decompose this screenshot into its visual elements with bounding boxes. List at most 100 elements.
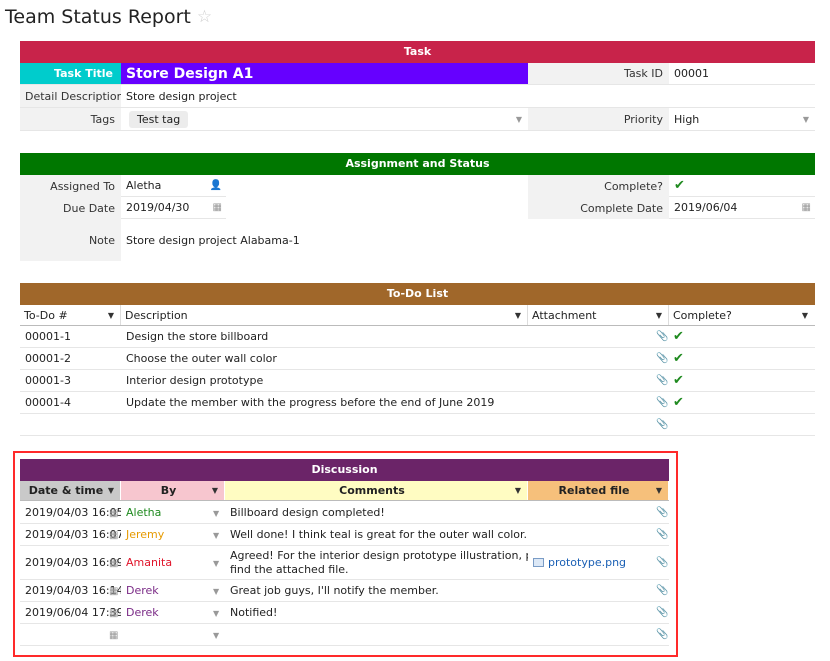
tag-chip[interactable]: Test tag xyxy=(129,110,189,128)
detail-description-value[interactable]: Store design project xyxy=(121,85,815,107)
discussion-comment-cell[interactable]: Well done! I think teal is great for the… xyxy=(225,524,528,545)
discussion-by-cell[interactable]: Derek xyxy=(121,580,225,601)
star-icon[interactable]: ☆ xyxy=(197,7,212,27)
todo-description-cell[interactable]: Design the store billboard xyxy=(121,326,528,347)
discussion-date-cell[interactable]: 2019/04/03 16:05 xyxy=(20,502,121,523)
paperclip-icon[interactable]: 📎 xyxy=(656,585,668,596)
checkmark-icon[interactable]: ✔ xyxy=(673,329,684,344)
assignment-header: Assignment and Status xyxy=(20,153,815,175)
discussion-col-by[interactable]: By ▼ xyxy=(121,481,225,500)
todo-number-cell[interactable]: 00001-1 xyxy=(20,326,121,347)
priority-label: Priority xyxy=(528,108,669,130)
tags-label: Tags xyxy=(20,108,121,130)
checkmark-icon[interactable]: ✔ xyxy=(673,351,684,366)
page-title: Team Status Report ☆ xyxy=(5,6,212,28)
discussion-comment-cell[interactable]: Notified! xyxy=(225,602,528,623)
chevron-down-icon[interactable]: ▼ xyxy=(516,115,522,124)
discussion-col-related-file[interactable]: Related file ▼ xyxy=(528,481,669,500)
calendar-icon[interactable]: ▦ xyxy=(109,608,118,619)
task-id-value[interactable]: 00001 xyxy=(669,63,815,84)
todo-description-cell[interactable]: Interior design prototype xyxy=(121,370,528,391)
paperclip-icon[interactable]: 📎 xyxy=(656,419,668,430)
complete-checkbox[interactable]: ✔ xyxy=(669,175,815,197)
discussion-comment-cell[interactable]: Billboard design completed! xyxy=(225,502,528,523)
paperclip-icon[interactable]: 📎 xyxy=(656,507,668,518)
paperclip-icon[interactable]: 📎 xyxy=(656,375,668,386)
checkmark-icon[interactable]: ✔ xyxy=(673,395,684,410)
related-file-cell[interactable]: prototype.png xyxy=(528,546,653,579)
chevron-down-icon[interactable]: ▼ xyxy=(213,609,219,618)
chevron-down-icon[interactable]: ▼ xyxy=(213,559,219,568)
discussion-date-cell[interactable]: 2019/04/03 16:07 xyxy=(20,524,121,545)
paperclip-icon[interactable]: 📎 xyxy=(656,397,668,408)
chevron-down-icon[interactable]: ▼ xyxy=(213,587,219,596)
note-field[interactable]: Store design project Alabama-1 xyxy=(121,219,815,261)
discussion-date-cell[interactable]: 2019/04/03 16:09 xyxy=(20,546,121,579)
checkmark-icon[interactable]: ✔ xyxy=(673,373,684,388)
paperclip-icon[interactable]: 📎 xyxy=(656,529,668,540)
todo-description-cell[interactable]: Update the member with the progress befo… xyxy=(121,392,528,413)
todo-description-cell[interactable]: Choose the outer wall color xyxy=(121,348,528,369)
discussion-by-cell[interactable]: Jeremy xyxy=(121,524,225,545)
discussion-by-cell[interactable]: Aletha xyxy=(121,502,225,523)
todo-col-complete[interactable]: Complete? ▼ xyxy=(669,305,815,325)
chevron-down-icon[interactable]: ▼ xyxy=(656,311,662,320)
task-header: Task xyxy=(20,41,815,63)
comment-line-2: find the attached file. xyxy=(230,562,349,576)
todo-number-cell[interactable]: 00001-4 xyxy=(20,392,121,413)
todo-number-cell[interactable]: 00001-3 xyxy=(20,370,121,391)
assignment-section: Assignment and Status Assigned To Aletha… xyxy=(20,153,815,261)
table-row: 00001-4 Update the member with the progr… xyxy=(20,392,815,414)
paperclip-icon[interactable]: 📎 xyxy=(656,557,668,568)
priority-select[interactable]: High ▼ xyxy=(669,108,815,130)
discussion-col-comments[interactable]: Comments ▼ xyxy=(225,481,528,500)
chevron-down-icon[interactable]: ▼ xyxy=(212,486,218,495)
paperclip-icon[interactable]: 📎 xyxy=(656,331,668,342)
paperclip-icon[interactable]: 📎 xyxy=(656,629,668,640)
task-title-label: Task Title xyxy=(20,63,121,84)
discussion-date-cell[interactable]: 2019/06/04 17:39 xyxy=(20,602,121,623)
discussion-comment-cell[interactable]: Great job guys, I'll notify the member. xyxy=(225,580,528,601)
chevron-down-icon[interactable]: ▼ xyxy=(213,531,219,540)
due-date-label: Due Date xyxy=(20,197,121,219)
paperclip-icon[interactable]: 📎 xyxy=(656,353,668,364)
assigned-to-field[interactable]: Aletha 👤 xyxy=(121,175,226,197)
calendar-icon[interactable]: ▦ xyxy=(109,530,118,541)
chevron-down-icon[interactable]: ▼ xyxy=(108,486,114,495)
calendar-icon[interactable]: ▦ xyxy=(109,630,118,641)
chevron-down-icon[interactable]: ▼ xyxy=(515,311,521,320)
chevron-down-icon[interactable]: ▼ xyxy=(213,631,219,640)
discussion-comment-cell[interactable]: Agreed! For the interior design prototyp… xyxy=(225,546,528,579)
discussion-col-date[interactable]: Date & time ▼ xyxy=(20,481,121,500)
paperclip-icon[interactable]: 📎 xyxy=(656,607,668,618)
todo-col-description[interactable]: Description ▼ xyxy=(121,305,528,325)
chevron-down-icon[interactable]: ▼ xyxy=(108,311,114,320)
table-row: 00001-3 Interior design prototype 📎 ✔ xyxy=(20,370,815,392)
table-row-empty: 📎 xyxy=(20,414,815,436)
prototype-file-link[interactable]: prototype.png xyxy=(548,556,626,569)
calendar-icon[interactable]: ▦ xyxy=(213,202,222,213)
calendar-icon[interactable]: ▦ xyxy=(109,508,118,519)
calendar-icon[interactable]: ▦ xyxy=(109,558,118,569)
todo-col-attachment[interactable]: Attachment ▼ xyxy=(528,305,669,325)
discussion-by-cell[interactable]: Amanita xyxy=(121,546,225,579)
chevron-down-icon[interactable]: ▼ xyxy=(802,311,808,320)
chevron-down-icon[interactable]: ▼ xyxy=(803,115,809,124)
tags-field[interactable]: Test tag ▼ xyxy=(121,108,528,130)
assigned-to-label: Assigned To xyxy=(20,175,121,197)
todo-col-number[interactable]: To-Do # ▼ xyxy=(20,305,121,325)
complete-label: Complete? xyxy=(528,175,669,197)
calendar-icon[interactable]: ▦ xyxy=(802,202,811,213)
discussion-header: Discussion xyxy=(20,459,669,481)
chevron-down-icon[interactable]: ▼ xyxy=(656,486,662,495)
calendar-icon[interactable]: ▦ xyxy=(109,586,118,597)
chevron-down-icon[interactable]: ▼ xyxy=(213,509,219,518)
discussion-date-cell[interactable]: 2019/04/03 16:14 xyxy=(20,580,121,601)
task-title-value[interactable]: Store Design A1 xyxy=(121,63,528,84)
discussion-by-cell[interactable]: Derek xyxy=(121,602,225,623)
todo-number-cell[interactable]: 00001-2 xyxy=(20,348,121,369)
complete-date-field[interactable]: 2019/06/04 ▦ xyxy=(669,197,815,219)
user-icon[interactable]: 👤 xyxy=(210,180,222,191)
chevron-down-icon[interactable]: ▼ xyxy=(515,486,521,495)
due-date-field[interactable]: 2019/04/30 ▦ xyxy=(121,197,226,219)
